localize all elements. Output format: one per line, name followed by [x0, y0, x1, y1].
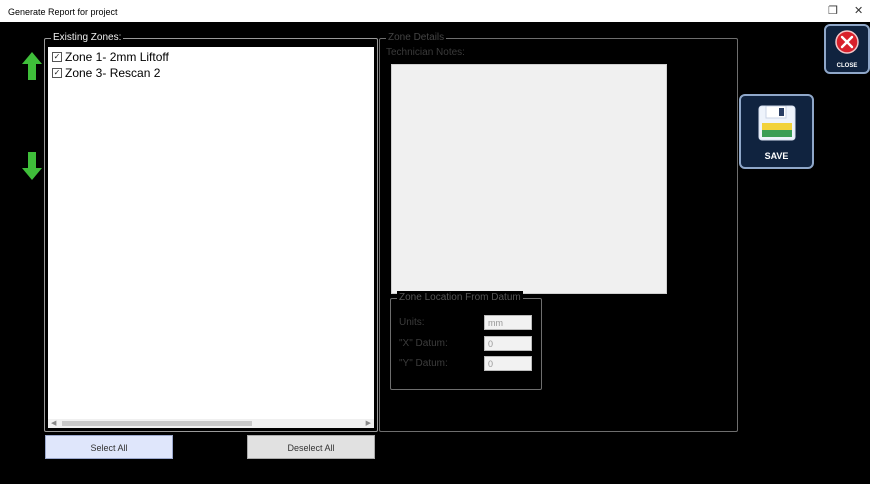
close-label: CLOSE [836, 63, 858, 69]
units-select[interactable]: mm [484, 315, 532, 330]
y-datum-input[interactable]: 0 [484, 356, 532, 371]
existing-zones-group: Existing Zones: ✓ Zone 1- 2mm Liftoff ✓ … [44, 31, 378, 432]
zone-details-group: Zone Details Technician Notes: Zone Loca… [379, 31, 738, 432]
restore-button[interactable]: ❐ [828, 4, 838, 17]
technician-notes-label: Technician Notes: [386, 47, 465, 58]
zone-item-label: Zone 3- Rescan 2 [65, 66, 161, 80]
y-datum-label: "Y" Datum: [399, 358, 448, 369]
zone-details-label: Zone Details [386, 31, 447, 45]
select-all-button[interactable]: Select All [45, 435, 173, 459]
deselect-all-button[interactable]: Deselect All [247, 435, 375, 459]
checkbox-checked-icon[interactable]: ✓ [52, 52, 62, 62]
save-button[interactable]: SAVE [739, 94, 814, 169]
move-up-arrow-icon[interactable] [22, 52, 42, 80]
horizontal-scrollbar[interactable]: ◀ ▶ [48, 419, 374, 428]
scroll-left-icon[interactable]: ◀ [51, 419, 56, 427]
zone-location-group: Zone Location From Datum Units: mm "X" D… [390, 291, 542, 390]
close-button[interactable]: CLOSE [824, 24, 870, 74]
floppy-save-icon [758, 105, 796, 141]
scrollbar-thumb[interactable] [62, 421, 252, 426]
zone-list-item[interactable]: ✓ Zone 3- Rescan 2 [52, 66, 160, 80]
title-bar: Generate Report for project ❐ ✕ [0, 0, 870, 22]
x-datum-label: "X" Datum: [399, 338, 448, 349]
save-label: SAVE [764, 151, 789, 161]
window-close-button[interactable]: ✕ [854, 4, 863, 17]
zone-location-label: Zone Location From Datum [397, 291, 523, 305]
technician-notes-textarea[interactable] [391, 64, 667, 294]
x-datum-input[interactable]: 0 [484, 336, 532, 351]
window-title: Generate Report for project [8, 7, 118, 17]
zone-item-label: Zone 1- 2mm Liftoff [65, 50, 169, 64]
zone-list-item[interactable]: ✓ Zone 1- 2mm Liftoff [52, 50, 169, 64]
scroll-right-icon[interactable]: ▶ [366, 419, 371, 427]
units-label: Units: [399, 317, 425, 328]
close-circle-icon [835, 30, 859, 54]
checkbox-checked-icon[interactable]: ✓ [52, 68, 62, 78]
existing-zones-label: Existing Zones: [51, 31, 124, 45]
zones-listbox[interactable]: ✓ Zone 1- 2mm Liftoff ✓ Zone 3- Rescan 2… [48, 47, 374, 428]
move-down-arrow-icon[interactable] [22, 152, 42, 180]
